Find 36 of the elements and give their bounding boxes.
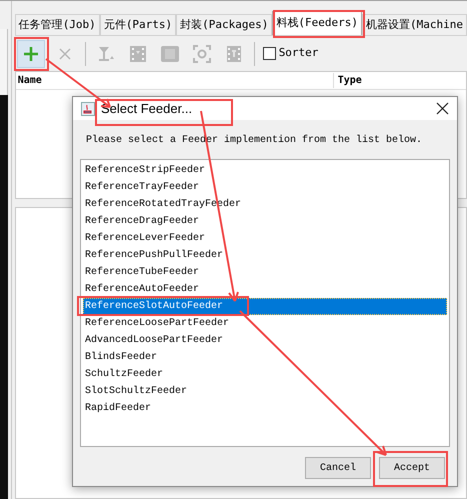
checkbox-label: Sorter <box>278 45 318 62</box>
list-item[interactable]: ReferenceLeverFeeder <box>83 230 447 247</box>
list-item[interactable]: ReferenceAutoFeeder <box>83 281 447 298</box>
list-item[interactable]: SlotSchultzFeeder <box>83 383 447 400</box>
list-item[interactable]: RapidFeeder <box>83 400 447 417</box>
column-header[interactable]: Type <box>334 73 466 88</box>
tab[interactable]: 任务管理(Job) <box>14 14 100 35</box>
list-item[interactable]: ReferenceLoosePartFeeder <box>83 315 447 332</box>
tab[interactable]: 料栈(Feeders) <box>272 11 362 35</box>
list-item[interactable]: BlindsFeeder <box>83 349 447 366</box>
list-item[interactable]: ReferenceDragFeeder <box>83 213 447 230</box>
tab[interactable]: 封装(Packages) <box>176 14 272 35</box>
checkbox[interactable] <box>262 47 276 60</box>
list-item[interactable]: ReferenceTrayFeeder <box>83 179 447 196</box>
list-item[interactable]: ReferenceSlotAutoFeeder <box>83 298 447 315</box>
app-icon <box>81 102 95 116</box>
plus-icon <box>22 46 39 62</box>
eye-icon <box>192 44 211 62</box>
close-icon[interactable] <box>436 102 449 115</box>
add-button[interactable] <box>16 40 45 68</box>
highlight-frame <box>14 37 49 71</box>
filmstrip-icon <box>128 44 147 62</box>
list-item[interactable]: SchultzFeeder <box>83 366 447 383</box>
filmstrip-icon <box>226 44 242 62</box>
close-icon <box>58 48 71 60</box>
dialog-button[interactable]: Cancel <box>305 457 371 479</box>
tab[interactable]: 元件(Parts) <box>100 14 176 35</box>
list-item[interactable]: AdvancedLoosePartFeeder <box>83 332 447 349</box>
list-item[interactable]: ReferencePushPullFeeder <box>83 247 447 264</box>
tab[interactable]: 机器设置(Machine <box>362 14 467 35</box>
list-item[interactable]: ReferenceTubeFeeder <box>83 264 447 281</box>
list-item[interactable]: ReferenceStripFeeder <box>83 162 447 179</box>
nozzle-icon <box>96 44 115 62</box>
column-header[interactable]: Name <box>16 73 334 88</box>
frame-icon <box>160 44 180 62</box>
dialog-button[interactable]: Accept <box>379 457 445 479</box>
